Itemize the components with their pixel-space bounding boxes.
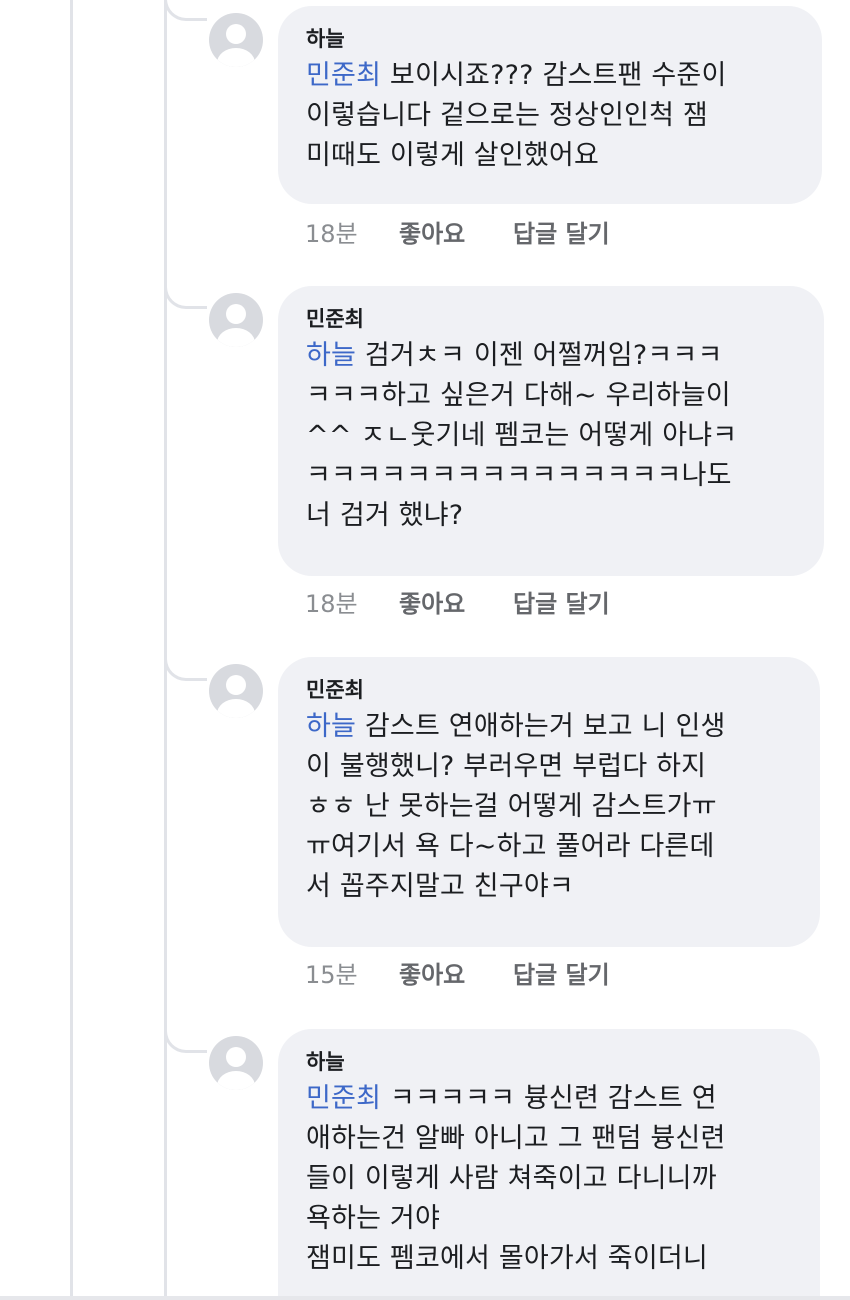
avatar-body-shape (217, 328, 255, 347)
reply-button[interactable]: 답글 달기 (513, 218, 610, 250)
reply-connector (164, 1014, 207, 1053)
avatar-icon[interactable] (209, 293, 263, 347)
avatar-body-shape (217, 48, 255, 67)
avatar-body-shape (217, 1071, 255, 1090)
avatar-head-shape (226, 24, 246, 44)
comment-author[interactable]: 하늘 (306, 24, 802, 54)
comment-time[interactable]: 18분 (305, 218, 358, 250)
comment-text: 하늘 검거ㅊㅋ 이젠 어쩔꺼임?ㅋㅋㅋ ㅋㅋㅋ하고 싶은거 다해~ 우리하늘이 … (306, 336, 804, 536)
reply-connector (164, 270, 207, 309)
like-button[interactable]: 좋아요 (399, 959, 465, 991)
avatar-icon[interactable] (209, 664, 263, 718)
mention-link[interactable]: 하늘 (306, 340, 356, 371)
comment-bubble: 하늘 민준최 보이시죠??? 감스트팬 수준이 이렇습니다 겉으로는 정상인인척… (278, 6, 822, 204)
avatar-head-shape (226, 1047, 246, 1067)
comment-text: 민준최 보이시죠??? 감스트팬 수준이 이렇습니다 겉으로는 정상인인척 잼 … (306, 56, 802, 176)
comment-author[interactable]: 하늘 (306, 1047, 800, 1077)
mention-link[interactable]: 민준최 (306, 60, 381, 91)
comment-time[interactable]: 18분 (305, 588, 358, 620)
comment-text: 하늘 감스트 연애하는거 보고 니 인생 이 불행했니? 부러우면 부럽다 하지… (306, 707, 800, 907)
comment-thread-page: 하늘 민준최 보이시죠??? 감스트팬 수준이 이렇습니다 겉으로는 정상인인척… (0, 0, 850, 1300)
comment-author[interactable]: 민준최 (306, 304, 804, 334)
mention-link[interactable]: 하늘 (306, 711, 356, 742)
avatar-head-shape (226, 304, 246, 324)
comment-body: 감스트 연애하는거 보고 니 인생 이 불행했니? 부러우면 부럽다 하지 ㅎㅎ… (306, 711, 726, 902)
comment-text: 민준최 ㅋㅋㅋㅋㅋ 븅신련 감스트 연 애하는건 알빠 아니고 그 팬덤 븅신련… (306, 1079, 800, 1279)
avatar-head-shape (226, 675, 246, 695)
avatar-icon[interactable] (209, 13, 263, 67)
comment-bubble: 민준최 하늘 검거ㅊㅋ 이젠 어쩔꺼임?ㅋㅋㅋ ㅋㅋㅋ하고 싶은거 다해~ 우리… (278, 286, 824, 576)
avatar-body-shape (217, 699, 255, 718)
like-button[interactable]: 좋아요 (399, 218, 465, 250)
reply-button[interactable]: 답글 달기 (513, 959, 610, 991)
bottom-divider (0, 1296, 850, 1300)
avatar-icon[interactable] (209, 1036, 263, 1090)
reply-connector (164, 0, 207, 21)
like-button[interactable]: 좋아요 (399, 588, 465, 620)
reply-connector (164, 642, 207, 681)
comment-bubble: 하늘 민준최 ㅋㅋㅋㅋㅋ 븅신련 감스트 연 애하는건 알빠 아니고 그 팬덤 … (278, 1029, 820, 1300)
comment-body: 검거ㅊㅋ 이젠 어쩔꺼임?ㅋㅋㅋ ㅋㅋㅋ하고 싶은거 다해~ 우리하늘이 ^^ … (306, 340, 738, 531)
comment-time[interactable]: 15분 (305, 959, 358, 991)
outer-thread-line (70, 0, 73, 1300)
reply-button[interactable]: 답글 달기 (513, 588, 610, 620)
comment-author[interactable]: 민준최 (306, 675, 800, 705)
mention-link[interactable]: 민준최 (306, 1083, 381, 1114)
comment-bubble: 민준최 하늘 감스트 연애하는거 보고 니 인생 이 불행했니? 부러우면 부럽… (278, 657, 820, 947)
